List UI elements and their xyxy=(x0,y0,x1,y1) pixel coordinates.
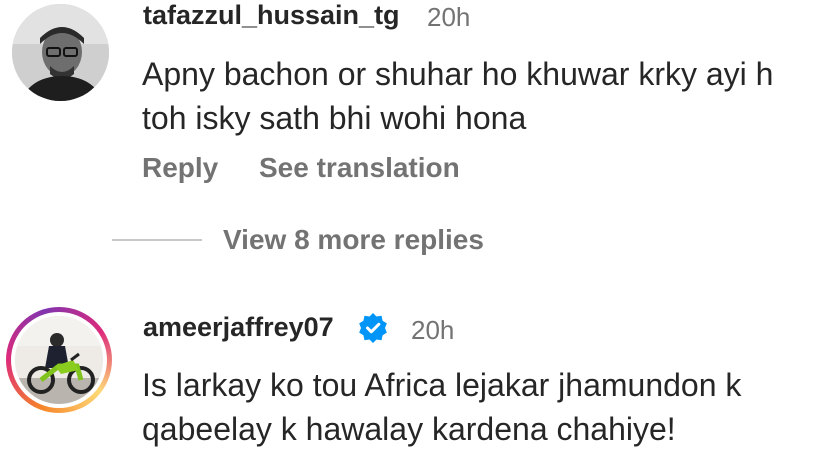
reply-button[interactable]: Reply xyxy=(142,152,218,184)
verified-badge-icon xyxy=(359,313,387,343)
comment-timestamp: 20h xyxy=(427,2,471,32)
comment-text-line: toh isky sath bhi wohi hona xyxy=(142,100,527,136)
avatar xyxy=(15,316,103,404)
story-ring[interactable] xyxy=(6,307,112,413)
comment-username[interactable]: ameerjaffrey07 xyxy=(143,312,334,343)
user-photo-icon xyxy=(15,316,103,404)
comment-timestamp: 20h xyxy=(411,315,455,345)
avatar[interactable] xyxy=(12,4,109,101)
replies-divider xyxy=(112,239,202,241)
user-photo-icon xyxy=(12,4,109,101)
comment-text-line: Is larkay ko tou Africa lejakar jhamundo… xyxy=(142,367,742,403)
view-more-replies-button[interactable]: View 8 more replies xyxy=(223,224,484,256)
comment-text-line: qabeelay k hawalay kardena chahiye! xyxy=(142,411,676,447)
comments-thread: tafazzul_hussain_tg 20h Apny bachon or s… xyxy=(0,0,840,456)
comment-text-line: Apny bachon or shuhar ho khuwar krky ayi… xyxy=(142,56,774,92)
see-translation-button[interactable]: See translation xyxy=(259,152,460,184)
comment-username[interactable]: tafazzul_hussain_tg xyxy=(143,0,400,31)
